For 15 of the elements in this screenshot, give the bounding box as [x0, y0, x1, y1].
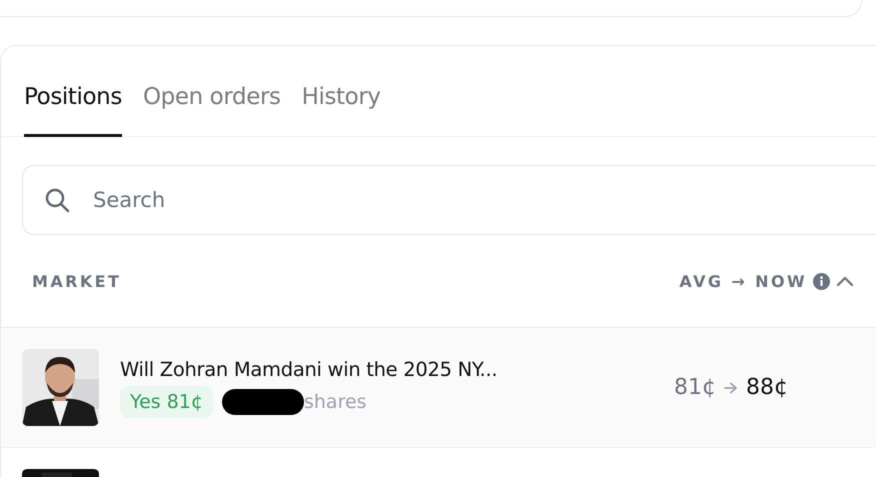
shares-label: shares [304, 390, 367, 412]
table-row[interactable]: Will Zohran Mamdani win the 2025 NY... Yes 81¢ shares 81¢ 88¢ [1, 328, 876, 448]
tab[interactable]: Open orders [142, 84, 281, 137]
tab[interactable]: Positions [24, 84, 122, 137]
arrow-right-icon [724, 382, 738, 394]
info-icon[interactable] [813, 272, 830, 290]
tab[interactable]: History [302, 84, 381, 137]
avg-price: 81¢ [674, 375, 716, 400]
market-title[interactable]: Will Zohran Mamdani win the 2025 NY... [120, 358, 498, 380]
current-price: 88¢ [746, 375, 788, 400]
column-header: MARKET [32, 272, 122, 290]
search-icon [44, 187, 70, 213]
search-field[interactable]: Search [22, 165, 876, 235]
outcome-badge: Yes 81¢ [120, 386, 213, 418]
column-header: AVG → NOW [679, 272, 807, 290]
